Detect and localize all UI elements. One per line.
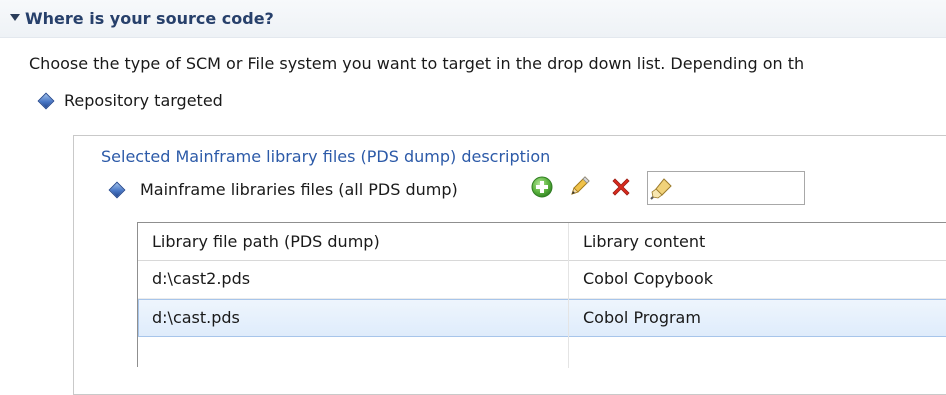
column-divider xyxy=(568,223,569,368)
remove-x-icon[interactable] xyxy=(609,175,633,199)
browse-brush-icon[interactable] xyxy=(650,176,674,200)
section-description: Choose the type of SCM or File system yo… xyxy=(29,54,805,73)
library-table: Library file path (PDS dump) Library con… xyxy=(137,222,946,368)
column-header-path[interactable]: Library file path (PDS dump) xyxy=(138,223,568,261)
cell-content: Cobol Copybook xyxy=(583,269,714,288)
group-title: Selected Mainframe library files (PDS du… xyxy=(101,147,551,166)
collapse-triangle-icon[interactable] xyxy=(10,14,20,21)
cell-path: d:\cast.pds xyxy=(152,308,240,327)
cell-content xyxy=(569,337,583,373)
cell-path: d:\cast2.pds xyxy=(152,269,251,288)
edit-pencil-icon[interactable] xyxy=(568,174,592,198)
section-title: Where is your source code? xyxy=(25,9,274,28)
table-row-empty[interactable] xyxy=(138,337,946,375)
table-row-selected[interactable]: d:\cast.pds Cobol Program xyxy=(138,299,946,337)
diamond-bullet-icon xyxy=(37,92,55,110)
cell-path xyxy=(138,337,152,373)
section-header[interactable]: Where is your source code? xyxy=(0,0,946,38)
repository-targeted-label: Repository targeted xyxy=(64,91,223,110)
library-path-input[interactable] xyxy=(647,171,805,205)
mainframe-libraries-label: Mainframe libraries files (all PDS dump) xyxy=(140,180,458,199)
table-row[interactable]: d:\cast2.pds Cobol Copybook xyxy=(138,261,946,299)
cell-content: Cobol Program xyxy=(583,308,701,327)
column-header-content[interactable]: Library content xyxy=(569,223,946,261)
add-icon[interactable] xyxy=(530,175,554,199)
